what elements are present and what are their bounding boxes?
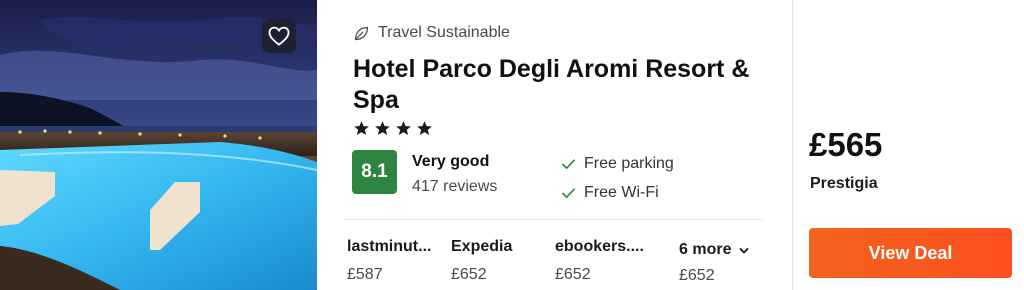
star-icon [375,121,390,135]
favorite-button[interactable] [262,19,296,53]
more-offers-label: 6 more [679,241,732,258]
provider-price: £587 [347,266,383,283]
star-icon [354,121,369,135]
rating-score-badge[interactable]: 8.1 [352,150,397,194]
rating-label: Very good [412,153,490,170]
check-icon [561,159,576,170]
provider-price: £652 [451,266,487,283]
star-icon [396,121,411,135]
more-offers-price: £652 [679,267,715,284]
review-count[interactable]: 417 reviews [412,178,497,196]
leaf-icon [354,26,369,40]
star-rating [353,120,433,137]
divider [345,219,763,220]
provider-offer-ebookers[interactable]: ebookers.... £652 [555,238,644,284]
chevron-down-icon [739,247,750,254]
travel-sustainable-badge: Travel Sustainable [353,24,510,42]
check-icon [561,188,576,199]
view-deal-button[interactable]: View Deal [809,228,1012,278]
deal-price: £565 [809,126,883,163]
provider-name: ebookers.... [555,238,644,255]
hotel-name[interactable]: Hotel Parco Degli Aromi Resort & Spa [353,54,753,116]
amenity-free-wifi: Free Wi-Fi [561,184,659,202]
provider-offer-expedia[interactable]: Expedia £652 [451,238,512,284]
hotel-result-card: Travel Sustainable Hotel Parco Degli Aro… [0,0,1024,290]
amenity-label: Free parking [584,155,674,172]
amenity-free-parking: Free parking [561,155,674,173]
hotel-photo[interactable] [0,0,317,290]
provider-price: £652 [555,266,591,283]
panel-divider [792,0,793,290]
star-icon [417,121,432,135]
amenity-label: Free Wi-Fi [584,184,659,201]
deal-provider: Prestigia [810,175,878,192]
provider-offer-lastminute[interactable]: lastminut... £587 [347,238,431,284]
provider-name: Expedia [451,238,513,255]
hotel-info: Travel Sustainable Hotel Parco Degli Aro… [317,0,792,290]
provider-name: lastminut... [347,238,432,255]
heart-icon [268,26,290,46]
more-offers-toggle[interactable]: 6 more £652 [679,241,750,285]
sustainability-label: Travel Sustainable [378,24,510,41]
